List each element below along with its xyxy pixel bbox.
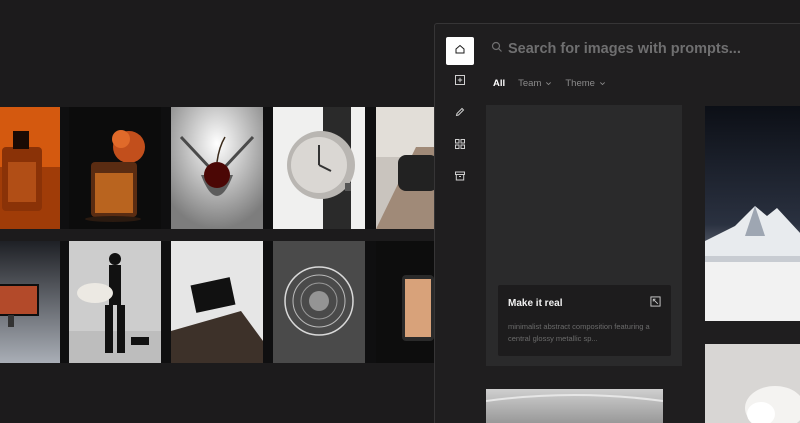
prompt-card-description: minimalist abstract composition featurin…	[508, 322, 650, 343]
filter-all[interactable]: All	[493, 78, 505, 89]
filter-tabs: All Team Theme	[493, 78, 619, 89]
gallery-image-person-dog[interactable]	[69, 241, 161, 363]
expand-image-icon[interactable]	[650, 296, 661, 307]
filter-team-dropdown[interactable]: Team	[518, 78, 552, 89]
search-bar	[491, 38, 768, 60]
home-icon	[454, 42, 466, 60]
sidebar-item-new[interactable]	[447, 69, 473, 95]
image-card-bottom[interactable]	[485, 389, 664, 423]
chevron-down-icon	[546, 82, 552, 86]
archive-icon	[454, 169, 466, 187]
gallery-image-whisky[interactable]	[69, 107, 161, 229]
grid-icon	[454, 137, 466, 155]
chevron-down-icon	[599, 82, 605, 86]
filter-all-label: All	[493, 78, 506, 89]
sidebar-item-archive[interactable]	[447, 165, 473, 191]
sidebar-item-apps[interactable]	[447, 133, 473, 159]
filter-team-label: Team	[518, 78, 542, 89]
image-search-panel: All Team Theme Make it real minimalist a…	[434, 23, 800, 423]
image-card-mountain[interactable]	[705, 106, 800, 321]
gallery-image-card-wood[interactable]	[171, 241, 263, 363]
prompt-card-title: Make it real	[508, 298, 563, 309]
gallery-image-watch[interactable]	[273, 107, 365, 229]
plus-square-icon	[454, 73, 466, 91]
image-card-flower[interactable]	[705, 344, 800, 423]
gallery-image-monitor[interactable]	[0, 241, 60, 363]
search-input[interactable]	[508, 41, 768, 57]
prompt-card[interactable]: Make it real minimalist abstract composi…	[498, 285, 671, 356]
pencil-icon	[454, 105, 466, 123]
filter-theme-dropdown[interactable]: Theme	[565, 78, 606, 89]
gallery-image-perfume[interactable]	[0, 107, 60, 229]
search-icon	[491, 40, 503, 58]
gallery-image-abstract-rings[interactable]	[273, 241, 365, 363]
sidebar-item-home[interactable]	[446, 37, 474, 65]
gallery-image-cherry[interactable]	[171, 107, 263, 229]
sidebar-item-edit[interactable]	[447, 101, 473, 127]
filter-theme-label: Theme	[565, 78, 595, 89]
sidebar	[435, 24, 483, 423]
